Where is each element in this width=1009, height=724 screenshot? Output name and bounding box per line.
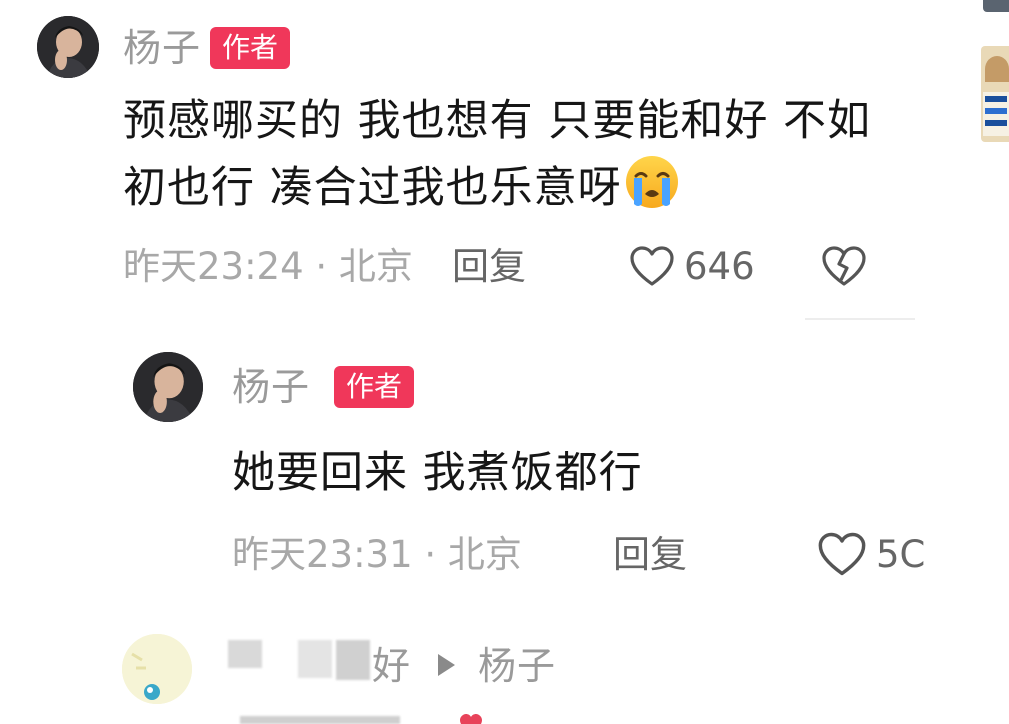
avatar[interactable] (122, 634, 192, 704)
avatar[interactable] (37, 16, 99, 78)
reply-arrow-icon (438, 654, 455, 676)
comment-text-segment: 初也行 凑合过我也乐意呀 (123, 163, 622, 213)
masked-username (336, 640, 370, 680)
author-name[interactable]: 杨子 (123, 29, 201, 67)
heart-icon (818, 532, 866, 576)
reply-to-name[interactable]: 杨子 (478, 647, 556, 685)
heart-emoji-icon (458, 712, 484, 724)
avatar[interactable] (133, 352, 203, 422)
like-count: 5C (876, 532, 926, 576)
masked-comment-text (240, 716, 400, 724)
avatar-photo-icon (133, 352, 203, 422)
dislike-button[interactable] (820, 244, 868, 292)
like-count: 646 (684, 244, 755, 288)
comment-meta: 昨天23:31 · 北京 (232, 533, 522, 576)
masked-username (298, 640, 332, 678)
author-name[interactable]: 杨子 (232, 368, 310, 406)
reply-button[interactable]: 回复 (613, 536, 687, 573)
comment-meta: 昨天23:24 · 北京 (123, 245, 413, 288)
avatar-cartoon-icon (122, 634, 192, 704)
avatar-photo-icon (37, 16, 99, 78)
comment-text-line: 初也行 凑合过我也乐意呀 (123, 154, 923, 229)
video-thumbnail-top[interactable] (983, 0, 1009, 12)
author-name[interactable]: 好 (372, 647, 411, 685)
broken-heart-icon (822, 246, 866, 286)
heart-icon (630, 246, 674, 286)
video-thumbnail[interactable] (981, 46, 1009, 142)
author-badge: 作者 (210, 27, 291, 69)
like-button[interactable]: 5C (816, 530, 926, 578)
comment-text: 预感哪买的 我也想有 只要能和好 不如 初也行 凑合过我也乐意呀 (123, 88, 923, 229)
masked-username (228, 640, 262, 668)
comment-text-line: 预感哪买的 我也想有 只要能和好 不如 (123, 96, 872, 146)
comment-text: 她要回来 我煮饭都行 (232, 448, 643, 498)
crying-face-icon (624, 154, 680, 229)
like-button[interactable]: 646 (628, 244, 755, 288)
reply-button[interactable]: 回复 (452, 248, 526, 285)
divider (805, 318, 915, 320)
author-badge: 作者 (334, 366, 415, 408)
